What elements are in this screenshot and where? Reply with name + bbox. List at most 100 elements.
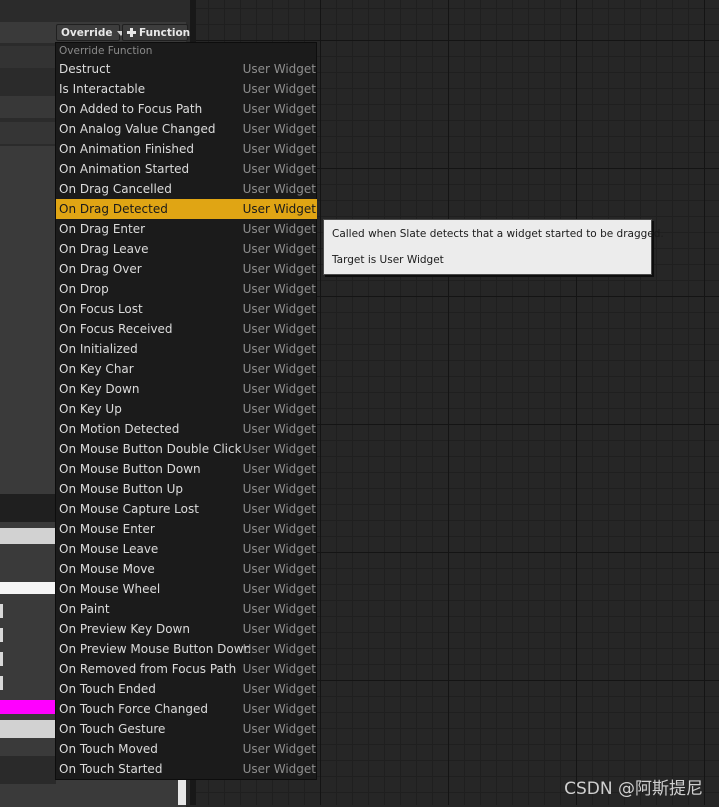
menu-item[interactable]: On Touch Moved User Widget [56,739,317,759]
panel-scrollbar[interactable] [178,778,186,805]
menu-item[interactable]: On Mouse Move User Widget [56,559,317,579]
menu-item-label: On Mouse Wheel [59,582,161,596]
override-button[interactable]: Override [56,24,125,41]
menu-item[interactable]: On Removed from Focus Path User Widget [56,659,317,679]
menu-item-label: On Paint [59,602,110,616]
menu-item-category: User Widget [242,722,316,736]
menu-item[interactable]: On Animation Finished User Widget [56,139,317,159]
menu-item[interactable]: On Mouse Wheel User Widget [56,579,317,599]
menu-item[interactable]: On Paint User Widget [56,599,317,619]
menu-item-label: On Mouse Button Up [59,482,184,496]
menu-item[interactable]: On Motion Detected User Widget [56,419,317,439]
menu-item-category: User Widget [242,422,316,436]
menu-item-label: On Drag Enter [59,222,146,236]
add-function-button[interactable]: Function [122,24,190,41]
menu-item[interactable]: On Drag Enter User Widget [56,219,317,239]
menu-item-label: On Animation Finished [59,142,195,156]
menu-item-category: User Widget [242,522,316,536]
menu-item[interactable]: On Focus Received User Widget [56,319,317,339]
text-field[interactable] [0,720,56,738]
color-swatch[interactable] [0,700,56,714]
menu-item-label: On Removed from Focus Path [59,662,237,676]
menu-item-label: Is Interactable [59,82,146,96]
menu-item-category: User Widget [242,482,316,496]
menu-item-category: User Widget [242,582,316,596]
menu-item-label: On Mouse Capture Lost [59,502,199,516]
menu-item-label: On Motion Detected [59,422,180,436]
menu-item[interactable]: On Mouse Enter User Widget [56,519,317,539]
panel-divider [0,756,56,784]
text-field[interactable] [0,528,56,544]
menu-item-label: On Mouse Button Double Click [59,442,242,456]
menu-item-label: On Key Up [59,402,122,416]
menu-item-category: User Widget [242,262,316,276]
menu-item[interactable]: On Animation Started User Widget [56,159,317,179]
menu-item-category: User Widget [242,282,316,296]
menu-item-category: User Widget [242,622,316,636]
checkbox[interactable] [0,652,3,666]
menu-item-category: User Widget [242,442,316,456]
menu-item[interactable]: On Touch Gesture User Widget [56,719,317,739]
menu-item-label: Destruct [59,62,111,76]
menu-item[interactable]: On Mouse Leave User Widget [56,539,317,559]
menu-item[interactable]: On Added to Focus Path User Widget [56,99,317,119]
menu-item-label: On Touch Force Changed [59,702,208,716]
menu-item-label: On Focus Lost [59,302,143,316]
override-function-menu: Override Function Destruct User Widget Is … [55,42,317,780]
menu-item-category: User Widget [242,342,316,356]
menu-item[interactable]: On Focus Lost User Widget [56,299,317,319]
tooltip-description: Called when Slate detects that a widget … [332,228,664,240]
menu-item[interactable]: On Preview Key Down User Widget [56,619,317,639]
checkbox[interactable] [0,676,3,690]
watermark: CSDN @阿斯提尼 [564,779,703,799]
menu-item-category: User Widget [242,162,316,176]
menu-item-category: User Widget [242,662,316,676]
menu-item[interactable]: On Drag Leave User Widget [56,239,317,259]
menu-item[interactable]: On Key Up User Widget [56,399,317,419]
menu-item-category: User Widget [242,462,316,476]
menu-item-category: User Widget [242,682,316,696]
menu-item-label: On Mouse Leave [59,542,159,556]
menu-item[interactable]: On Mouse Button Down User Widget [56,459,317,479]
menu-item[interactable]: On Touch Started User Widget [56,759,317,779]
menu-item[interactable]: On Analog Value Changed User Widget [56,119,317,139]
menu-item[interactable]: Is Interactable User Widget [56,79,317,99]
menu-item[interactable]: On Drag Over User Widget [56,259,317,279]
menu-item-label: On Preview Key Down [59,622,190,636]
menu-item[interactable]: On Preview Mouse Button Down User Widget [56,639,317,659]
menu-item-category: User Widget [242,562,316,576]
checkbox[interactable] [0,628,3,642]
menu-item-label: On Drag Cancelled [59,182,172,196]
text-field[interactable] [0,582,56,594]
menu-item-category: User Widget [242,502,316,516]
menu-item[interactable]: On Touch Force Changed User Widget [56,699,317,719]
menu-item-category: User Widget [242,542,316,556]
menu-item-category: User Widget [242,102,316,116]
menu-item[interactable]: On Mouse Button Double Click User Widget [56,439,317,459]
tooltip-target: Target is User Widget [332,254,444,266]
menu-item[interactable]: On Mouse Capture Lost User Widget [56,499,317,519]
menu-item[interactable]: On Key Down User Widget [56,379,317,399]
menu-item-category: User Widget [242,302,316,316]
menu-item[interactable]: On Key Char User Widget [56,359,317,379]
menu-item[interactable]: Destruct User Widget [56,59,317,79]
menu-item-category: User Widget [242,82,316,96]
menu-item[interactable]: On Mouse Button Up User Widget [56,479,317,499]
menu-item-category: User Widget [242,222,316,236]
menu-item[interactable]: On Drag Detected User Widget [56,199,317,219]
menu-item-category: User Widget [242,702,316,716]
menu-item-label: On Preview Mouse Button Down [59,642,252,656]
menu-item-category: User Widget [242,62,316,76]
menu-item[interactable]: On Initialized User Widget [56,339,317,359]
menu-item-label: On Key Down [59,382,140,396]
menu-item-category: User Widget [242,402,316,416]
menu-item[interactable]: On Touch Ended User Widget [56,679,317,699]
menu-item[interactable]: On Drag Cancelled User Widget [56,179,317,199]
menu-item-category: User Widget [242,362,316,376]
menu-item-category: User Widget [242,742,316,756]
menu-item[interactable]: On Drop User Widget [56,279,317,299]
menu-item-category: User Widget [242,202,316,216]
checkbox[interactable] [0,604,3,618]
menu-item-label: On Added to Focus Path [59,102,203,116]
function-tooltip: Called when Slate detects that a widget … [323,219,664,275]
